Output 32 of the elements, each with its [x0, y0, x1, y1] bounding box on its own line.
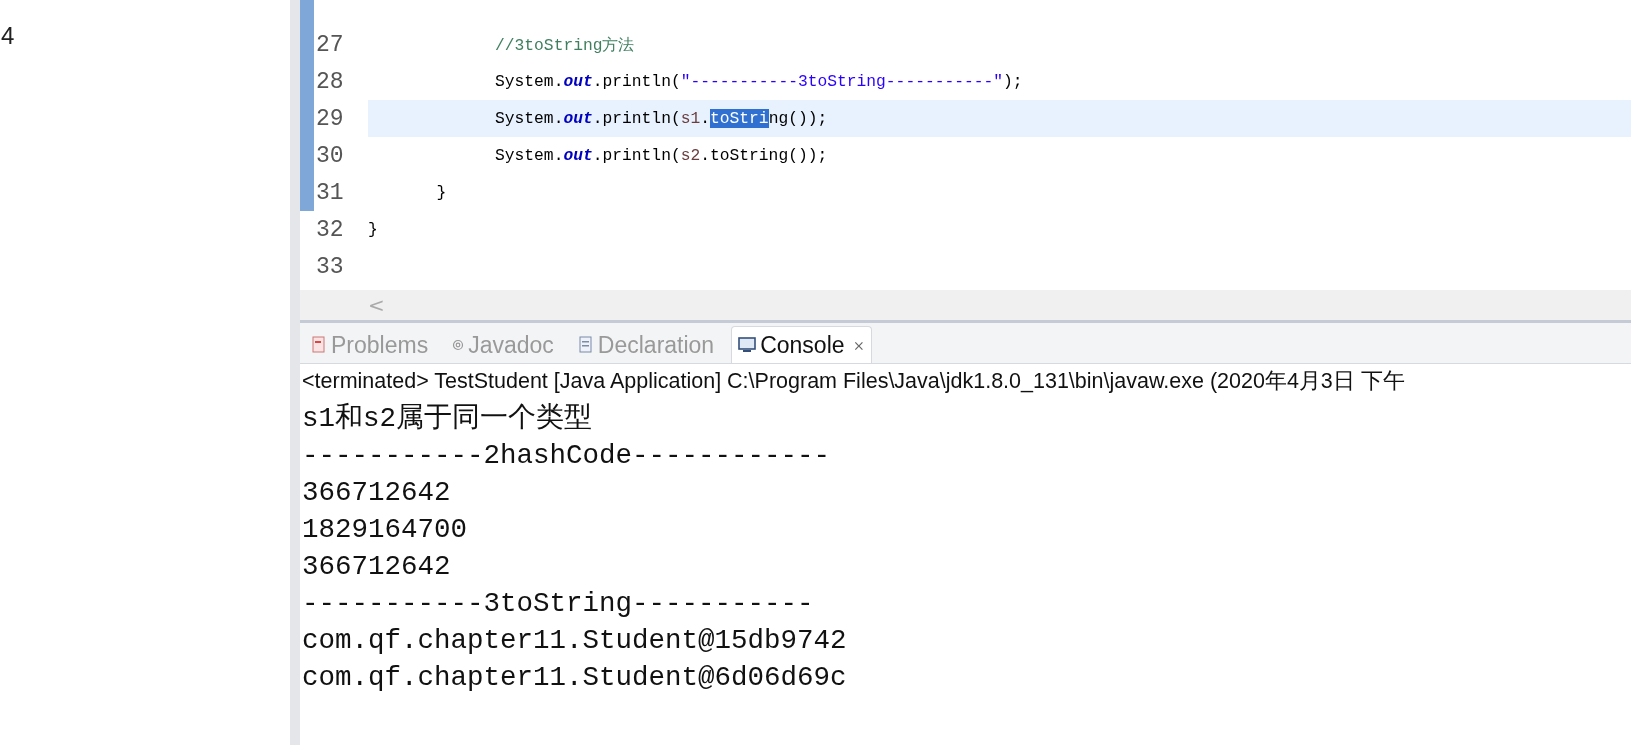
console-output-line: 366712642: [301, 550, 452, 584]
code-text: System.out.println("-----------3toString-----------");: [494, 71, 1024, 93]
code-text: }: [435, 182, 448, 204]
view-tab[interactable]: Javadoc: [445, 326, 561, 363]
line-number: 32: [315, 215, 345, 245]
at-sign-icon: [452, 339, 465, 351]
code-text: System.out.println(s2.toString());: [494, 145, 829, 167]
code-text: //3toString方法: [494, 34, 636, 57]
console-output-line: com.qf.chapter11.Student@15db9742: [301, 624, 848, 658]
console-output-line: com.qf.chapter11.Student@6d06d69c: [301, 661, 848, 695]
console-output-line: 1829164700: [301, 513, 469, 547]
close-icon[interactable]: ⨯: [852, 337, 865, 353]
horizontal-scrollbar[interactable]: <: [300, 290, 1631, 320]
view-tab[interactable]: Problems: [304, 326, 436, 363]
view-tab[interactable]: Declaration: [570, 326, 722, 363]
line-number: 29: [315, 104, 345, 134]
console-output-line: 366712642: [301, 476, 452, 510]
console-output-line: -----------2hashCode------------: [301, 439, 832, 473]
console-output-line: -----------3toString-----------: [301, 587, 815, 621]
view-tab[interactable]: Console ⨯: [731, 326, 872, 363]
line-number: 30: [315, 141, 345, 171]
monitor-icon: [738, 337, 757, 353]
console-output-line: s1和s2属于同一个类型: [301, 402, 593, 436]
line-number: 31: [315, 178, 345, 208]
code-text: }: [368, 219, 379, 241]
code-text: System.out.println(s1.toString());: [368, 100, 1631, 137]
line-number: 27: [315, 30, 345, 60]
line-number: 4: [0, 21, 16, 51]
line-number: 28: [315, 67, 345, 97]
problems-icon: [311, 336, 327, 354]
line-number: 33: [315, 252, 345, 282]
document-icon: [577, 336, 594, 354]
